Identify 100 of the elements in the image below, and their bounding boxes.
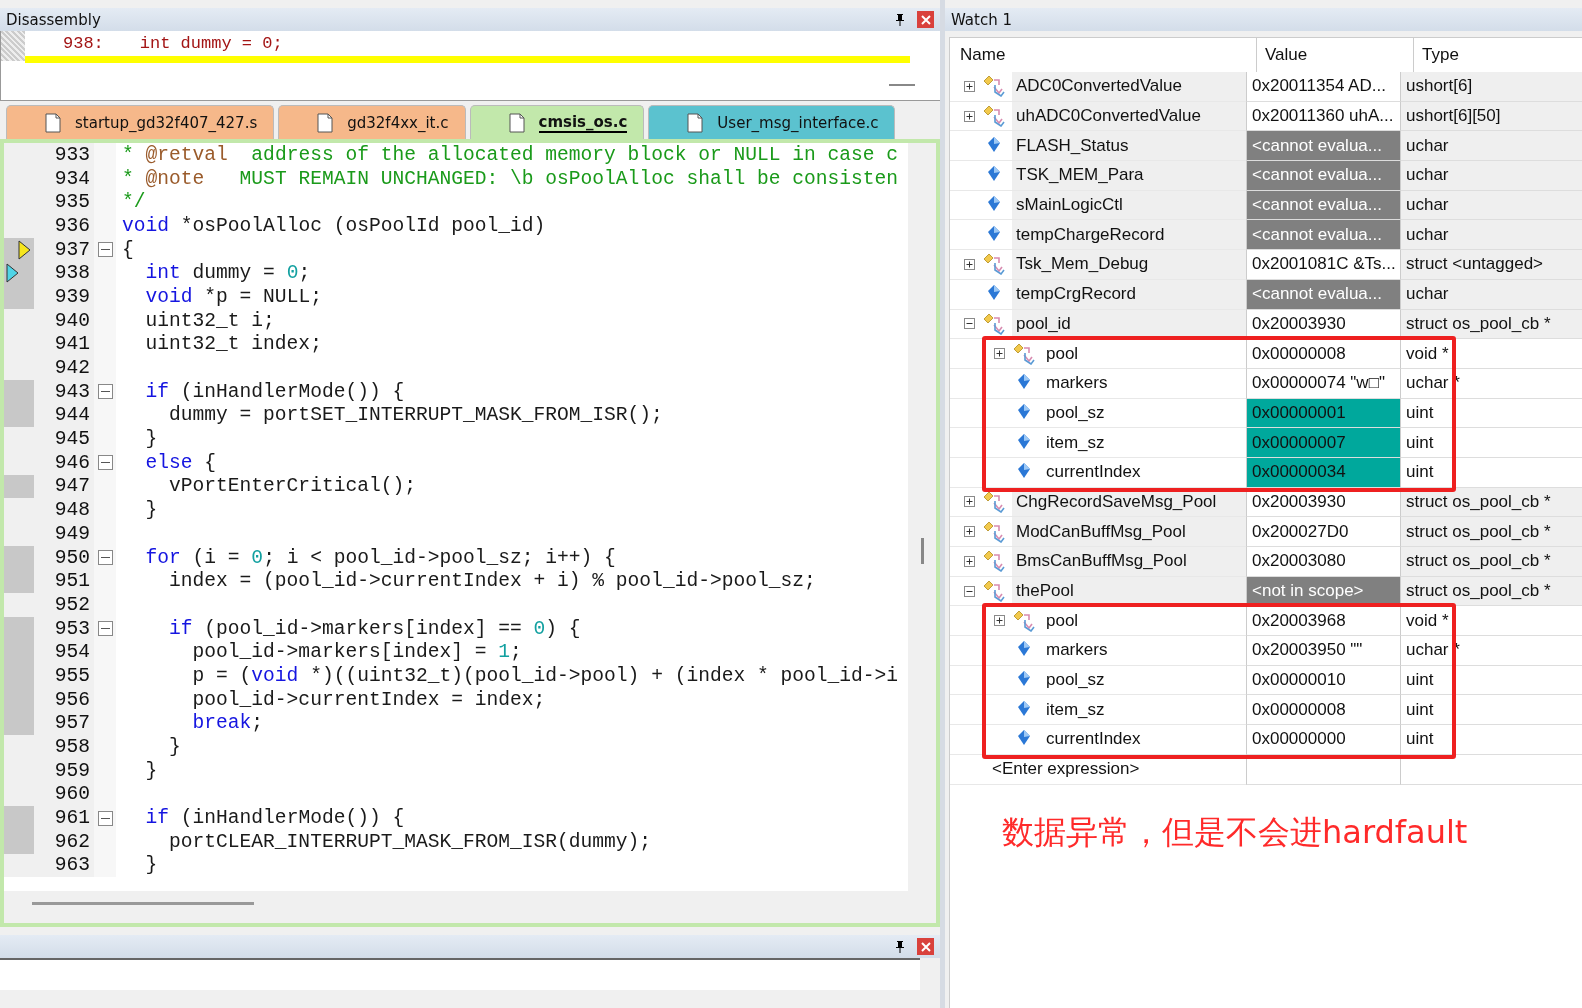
code-line: } [144,428,158,451]
expand-icon[interactable] [963,585,975,597]
collapse-icon[interactable] [97,455,113,471]
column-header[interactable]: Name [950,38,1256,72]
watch-type: uchar [1400,131,1582,162]
watch-value: <cannot evalua... [1246,220,1400,251]
watch-name: currentIndex [1045,728,1142,751]
line-number: 936 [53,214,91,238]
collapse-icon[interactable] [97,621,113,637]
scrollbar-thumb[interactable] [921,538,924,564]
file-tab[interactable]: cmsis_os.c [469,105,645,139]
expand-icon[interactable] [963,526,975,538]
watch-value: <cannot evalua... [1246,190,1400,221]
watch-value: 0x2001081C &Ts... [1246,250,1400,280]
code-line: dummy = portSET_INTERRUPT_MASK_FROM_ISR(); [168,404,663,427]
code-line: uint32_t index; [144,333,322,356]
line-number: 934 [53,166,91,191]
line-number: 956 [53,687,91,712]
watch-value: 0x200027D0 [1246,517,1400,547]
structure-icon [982,580,1006,603]
watch-name: currentIndex [1045,461,1142,484]
watch-type: void * [1400,339,1582,369]
watch-value: <cannot evalua... [1246,161,1400,191]
collapse-icon[interactable] [97,810,113,826]
watch-value: 0x00000000 [1246,725,1400,755]
watch-name: uhADC0ConvertedValue [1012,101,1246,131]
code-line: } [144,499,158,522]
watch-value: 0x20011354 AD... [1246,72,1400,102]
code-line: if (inHandlerMode()) { [144,807,405,830]
line-number: 935 [53,190,91,215]
watch-name: markers [1045,639,1109,662]
file-tab[interactable]: User_msg_interface.c [648,105,896,139]
close-button[interactable] [917,938,934,955]
line-number: 962 [53,829,91,854]
file-tab[interactable]: startup_gd32f407_427.s [6,105,275,139]
code-line: portCLEAR_INTERRUPT_MASK_FROM_ISR(dummy); [168,830,652,853]
file-tab[interactable]: gd32f4xx_it.c [278,105,466,139]
pin-icon[interactable] [895,940,905,953]
code-line: for (i = 0; i < pool_id->pool_sz; i++) { [144,546,616,569]
structure-icon [982,253,1006,276]
code-line: * @retval address of the allocated memory block or NULL in case c [121,143,899,166]
watch-value: 0x20011360 uhA... [1246,101,1400,132]
code-line: void *osPoolAlloc (osPoolId pool_id) [121,214,546,237]
expand-icon[interactable] [993,348,1005,360]
watch-type: uint [1400,428,1582,458]
watch-name: tempCrgRecord [1012,279,1246,309]
expand-icon[interactable] [963,80,975,92]
watch-type: uint [1400,457,1582,488]
line-number: 960 [53,782,91,807]
collapse-icon[interactable] [97,384,113,400]
watch-name: FLASH_Status [1012,131,1246,161]
structure-icon [982,75,1006,98]
expand-icon[interactable] [993,615,1005,627]
watch-name: ADC0ConvertedValue [1012,72,1246,101]
code-line: void *p = NULL; [144,285,322,308]
watch-value: 0x00000001 [1246,398,1400,429]
watch-name: ModCanBuffMsg_Pool [1012,517,1246,546]
code-line: uint32_t i; [144,309,275,332]
watch-type: struct os_pool_cb * [1400,517,1582,547]
watch-name: pool [1045,342,1080,365]
watch-type: uint [1400,695,1582,726]
close-button[interactable] [917,11,934,28]
line-number: 961 [53,806,91,830]
expand-icon[interactable] [963,110,975,122]
line-number: 948 [53,498,91,522]
annotation-text: 数据异常，但是不会进hardfault [1001,811,1469,853]
line-number: 963 [53,853,91,878]
document-icon [317,112,334,133]
expand-icon[interactable] [963,318,975,330]
scrollbar-thumb[interactable] [32,901,254,905]
panel-title: Watch 1 [951,10,1012,29]
expand-icon[interactable] [963,258,975,270]
watch-name: pool_sz [1045,669,1106,692]
line-number: 938 [53,261,91,286]
line-number: 939 [53,285,91,309]
code-line: else { [144,451,217,474]
expand-icon[interactable] [963,555,975,567]
code-line: if (pool_id->markers[index] == 0) { [168,617,581,640]
watch-value: 0x20003968 [1246,606,1400,637]
watch-type: uchar [1400,279,1582,310]
code-line: break; [191,712,264,735]
line-number: 947 [53,474,91,499]
structure-icon [982,550,1006,573]
pin-icon[interactable] [895,13,905,26]
code-line: } [144,759,158,782]
watch-name: TSK_MEM_Para [1012,161,1246,190]
line-number: 946 [53,450,91,475]
document-icon [508,112,525,133]
watch-type: struct os_pool_cb * [1400,547,1582,577]
watch-type: uint [1400,665,1582,696]
watch-type: struct os_pool_cb * [1400,309,1582,340]
collapse-icon[interactable] [97,550,113,566]
enter-expression-field[interactable]: <Enter expression> [992,759,1140,780]
line-number: 955 [53,664,91,688]
structure-icon [982,520,1006,543]
expand-icon[interactable] [963,496,975,508]
collapse-icon[interactable] [97,242,113,258]
line-number: 953 [53,616,91,641]
structure-icon [1012,342,1036,365]
watch-value: 0x00000007 [1246,428,1400,458]
